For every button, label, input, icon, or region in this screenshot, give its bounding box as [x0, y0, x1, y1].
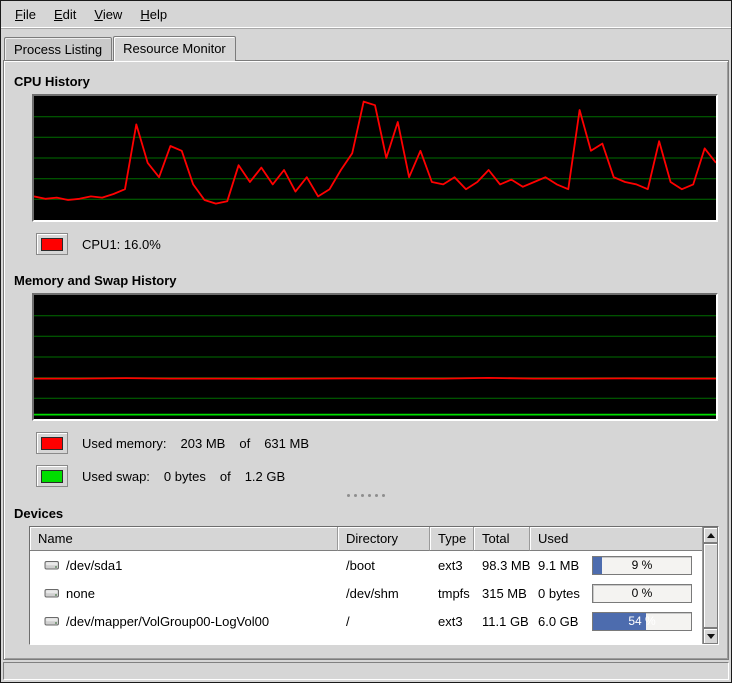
device-usage-bar: 9 % [592, 556, 692, 575]
memory-legend: Used memory: 203 MB of 631 MB [36, 432, 720, 454]
cpu-legend: CPU1: 16.0% [36, 233, 720, 255]
usage-percent-label: 54 % [593, 614, 691, 628]
scrollbar-thumb[interactable] [703, 543, 718, 628]
device-name: none [66, 586, 95, 601]
cpu-color-swatch-frame [36, 233, 68, 255]
scroll-down-button[interactable] [703, 628, 718, 644]
resize-grip-dots [347, 494, 350, 497]
menu-help[interactable]: Help [132, 3, 175, 26]
scroll-up-button[interactable] [703, 527, 718, 543]
menu-bar: File Edit View Help [1, 1, 731, 29]
devices-title: Devices [14, 506, 720, 521]
tab-process-listing[interactable]: Process Listing [4, 37, 112, 60]
swap-of-label: of [220, 469, 231, 484]
device-used: 6.0 GB [538, 614, 592, 629]
devices-table: Name Directory Type Total Used /dev/sda1 [29, 526, 719, 645]
usage-percent-label: 9 % [593, 558, 691, 572]
device-total: 98.3 MB [474, 558, 530, 573]
column-header-name[interactable]: Name [30, 527, 338, 551]
status-bar [3, 662, 729, 680]
resource-monitor-page: CPU History CPU1: 16.0% Memory and Swap … [4, 61, 728, 659]
device-total: 315 MB [474, 586, 530, 601]
memory-legend-label: Used memory: [82, 436, 167, 451]
menu-view[interactable]: View [86, 3, 130, 26]
memory-color-swatch-frame [36, 432, 68, 454]
memory-color-swatch [41, 437, 63, 450]
tab-strip: Process Listing Resource Monitor [1, 29, 731, 60]
cpu-legend-label: CPU1: 16.0% [82, 237, 161, 252]
device-directory: /boot [338, 558, 430, 573]
drive-icon [44, 559, 60, 571]
menu-edit[interactable]: Edit [46, 3, 84, 26]
device-used: 0 bytes [538, 586, 592, 601]
column-header-type[interactable]: Type [430, 527, 474, 551]
menu-file[interactable]: File [7, 3, 44, 26]
swap-legend-label: Used swap: [82, 469, 150, 484]
cpu-history-title: CPU History [14, 74, 720, 89]
drive-icon [44, 587, 60, 599]
system-monitor-window: File Edit View Help Process Listing Reso… [0, 0, 732, 683]
swap-used-value: 0 bytes [164, 469, 206, 484]
memory-of-label: of [239, 436, 250, 451]
memory-swap-chart-frame [32, 293, 718, 421]
cpu-color-swatch [41, 238, 63, 251]
notebook-frame: CPU History CPU1: 16.0% Memory and Swap … [3, 60, 729, 660]
device-directory: / [338, 614, 430, 629]
arrow-down-icon [707, 634, 715, 639]
devices-header-row: Name Directory Type Total Used [30, 527, 702, 551]
devices-list-filler [30, 635, 702, 644]
device-usage-bar: 54 % [592, 612, 692, 631]
swap-color-swatch-frame [36, 465, 68, 487]
device-row[interactable]: /dev/sda1 /boot ext3 98.3 MB 9.1 MB 9 % [30, 551, 702, 579]
device-type: ext3 [430, 558, 474, 573]
device-type: ext3 [430, 614, 474, 629]
memory-swap-title: Memory and Swap History [14, 273, 720, 288]
arrow-up-icon [707, 533, 715, 538]
device-usage-bar: 0 % [592, 584, 692, 603]
swap-total-value: 1.2 GB [245, 469, 285, 484]
tab-resource-monitor[interactable]: Resource Monitor [113, 36, 236, 61]
pane-resize-handle[interactable] [12, 491, 720, 499]
device-type: tmpfs [430, 586, 474, 601]
cpu-chart [34, 96, 716, 220]
device-directory: /dev/shm [338, 586, 430, 601]
devices-scrollbar[interactable] [702, 527, 718, 644]
device-name: /dev/sda1 [66, 558, 122, 573]
device-row[interactable]: none /dev/shm tmpfs 315 MB 0 bytes 0 % [30, 579, 702, 607]
memory-total-value: 631 MB [264, 436, 309, 451]
drive-icon [44, 615, 60, 627]
device-row[interactable]: /dev/mapper/VolGroup00-LogVol00 / ext3 1… [30, 607, 702, 635]
memory-swap-chart [34, 295, 716, 419]
usage-percent-label: 0 % [593, 586, 691, 600]
column-header-used[interactable]: Used [530, 527, 702, 551]
column-header-total[interactable]: Total [474, 527, 530, 551]
swap-color-swatch [41, 470, 63, 483]
cpu-history-chart-frame [32, 94, 718, 222]
device-name: /dev/mapper/VolGroup00-LogVol00 [66, 614, 269, 629]
column-header-directory[interactable]: Directory [338, 527, 430, 551]
swap-legend: Used swap: 0 bytes of 1.2 GB [36, 465, 720, 487]
device-used: 9.1 MB [538, 558, 592, 573]
device-total: 11.1 GB [474, 614, 530, 629]
memory-used-value: 203 MB [181, 436, 226, 451]
devices-list: Name Directory Type Total Used /dev/sda1 [30, 527, 702, 644]
